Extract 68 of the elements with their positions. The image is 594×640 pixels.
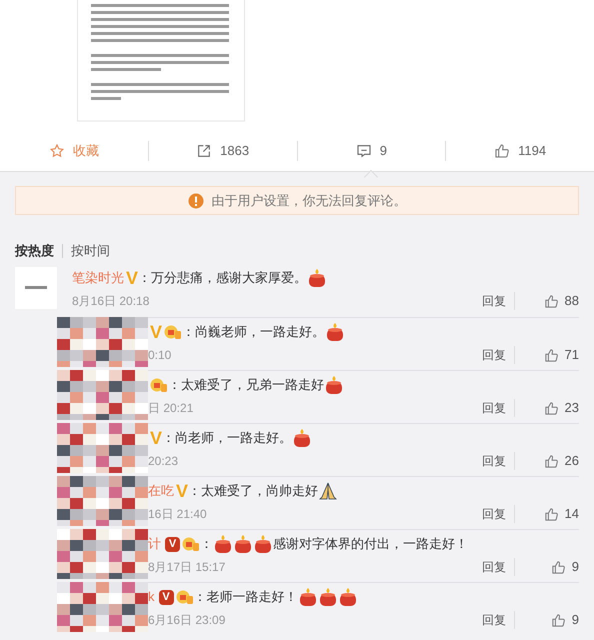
comment-time: 8月16日 20:18: [72, 293, 150, 310]
like-button[interactable]: 71: [515, 345, 579, 365]
like-button[interactable]: 9: [515, 557, 579, 577]
candle-icon: [338, 587, 358, 607]
medal-icon: [164, 324, 182, 340]
reply-link[interactable]: 回复: [482, 452, 515, 470]
thumbs-up-icon: [550, 560, 566, 574]
praying-hands-icon: [318, 481, 338, 501]
verified-label: V: [176, 482, 188, 500]
reply-link[interactable]: 回复: [482, 505, 515, 523]
reply-link[interactable]: 回复: [482, 558, 515, 576]
candle-icon: [325, 322, 346, 342]
candle-icon: [298, 587, 318, 607]
warning-icon: [188, 192, 204, 208]
comment-time: 日 20:21: [148, 400, 194, 417]
like-button[interactable]: 26: [515, 451, 579, 471]
comment-time: 6月16日 23:09: [148, 612, 226, 629]
like-button[interactable]: 23: [515, 398, 579, 418]
candle-icon: [307, 268, 328, 288]
medal-icon: [176, 589, 194, 605]
thumbs-up-icon: [544, 400, 559, 416]
verified-label: V: [150, 429, 162, 447]
medal-icon: [150, 377, 168, 393]
verified-label: V: [158, 590, 174, 604]
candle-icon: [233, 534, 253, 554]
verified-label: V: [165, 536, 180, 552]
comment-time: 0:10: [148, 347, 172, 364]
comment-text: ：: [200, 535, 213, 554]
action-tab[interactable]: 1863: [196, 140, 250, 160]
reply-link[interactable]: 回复: [482, 346, 515, 364]
comment-text: ：尚巍老师，一路走好。: [182, 323, 326, 342]
star-icon: [48, 142, 65, 158]
like-button[interactable]: 9: [515, 610, 579, 630]
comment-text: ：老师一路走好！: [194, 588, 298, 606]
verified-label: V: [126, 269, 138, 287]
candle-icon: [253, 534, 273, 554]
sort-tab[interactable]: 按时间: [62, 244, 110, 258]
thumbs-up-icon: [544, 294, 559, 308]
like-button[interactable]: 88: [515, 291, 579, 311]
comment-text: ：万分悲痛，感谢大家厚爱。: [138, 269, 308, 288]
comment-text: ：太难受了，兄弟一路走好: [168, 376, 324, 394]
comment-time: 8月17日 15:17: [148, 559, 226, 576]
candle-icon: [324, 375, 344, 395]
candle-icon: [292, 428, 312, 448]
reply-link[interactable]: 回复: [482, 611, 515, 629]
action-tab[interactable]: 1194: [494, 140, 546, 160]
notice-text: 由于用户设置，你无法回复评论。: [212, 192, 406, 210]
comment-icon: [356, 142, 372, 158]
comment-text: ：太难受了，尚帅走好: [188, 482, 318, 500]
thumbs-up-icon: [550, 612, 566, 628]
comment-time: 16日 21:40: [148, 506, 207, 523]
comment-time: 20:23: [148, 453, 178, 470]
action-tab[interactable]: 9: [356, 140, 387, 160]
candle-icon: [213, 534, 233, 554]
thumbs-up-icon: [544, 454, 559, 468]
reply-link[interactable]: 回复: [482, 399, 515, 417]
verified-label: V: [150, 323, 162, 341]
candle-icon: [318, 587, 338, 607]
comment-text: ：尚老师，一路走好。: [162, 429, 292, 448]
thumbs-up-icon: [544, 506, 559, 522]
sort-tab[interactable]: 按热度: [15, 244, 54, 258]
medal-icon: [182, 536, 200, 552]
thumbs-up-icon: [494, 142, 510, 158]
reply-link[interactable]: 回复: [482, 292, 515, 310]
share-icon: [196, 142, 212, 158]
like-button[interactable]: 14: [515, 504, 579, 524]
comment-text: 感谢对字体界的付出，一路走好！: [273, 535, 468, 554]
thumbs-up-icon: [544, 348, 559, 362]
